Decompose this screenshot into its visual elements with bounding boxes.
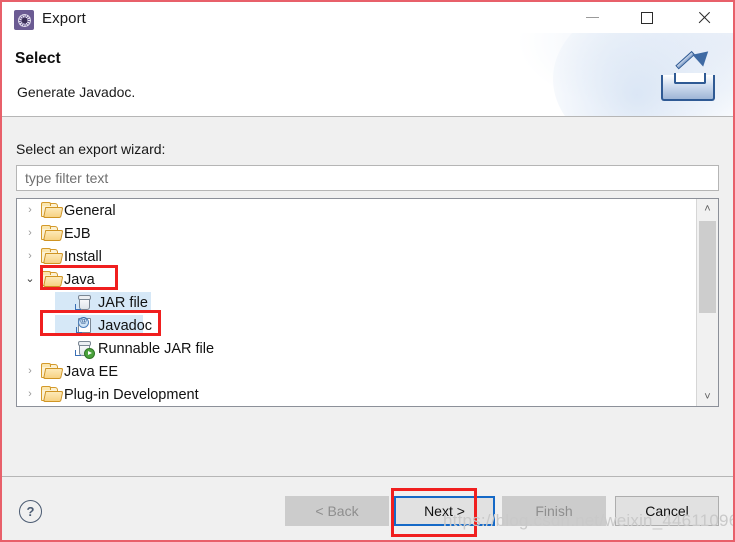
page-subtitle: Generate Javadoc. bbox=[17, 84, 136, 100]
tree-item-label: Javadoc bbox=[98, 317, 153, 334]
folder-icon bbox=[41, 386, 64, 404]
help-icon[interactable]: ? bbox=[19, 500, 42, 523]
maximize-icon bbox=[641, 11, 653, 24]
select-wizard-label: Select an export wizard: bbox=[16, 141, 166, 157]
scrollbar-thumb[interactable] bbox=[699, 221, 716, 313]
wizard-header: Select Generate Javadoc. bbox=[2, 33, 733, 117]
maximize-button[interactable] bbox=[624, 2, 670, 33]
tree-item-label: Runnable JAR file bbox=[98, 340, 215, 357]
chevron-down-icon[interactable]: ⌄ bbox=[23, 268, 37, 291]
dialog-footer: ? < Back Next > Finish Cancel bbox=[2, 476, 733, 540]
tree-item-label: JAR file bbox=[98, 294, 148, 311]
tree-item-label: EJB bbox=[64, 225, 91, 242]
tree-row-container: › General › EJB › Install ⌄ Java JAR file @ Javado… bbox=[17, 199, 697, 406]
tree-item-label: Install bbox=[64, 248, 102, 265]
folder-icon bbox=[41, 271, 64, 289]
dialog-body: Select an export wizard: › General › EJB › In… bbox=[2, 117, 733, 476]
export-wizard-dialog: Export Select Generate Javadoc. Select a… bbox=[0, 0, 735, 542]
tree-item-label: Java EE bbox=[64, 363, 118, 380]
tree-vertical-scrollbar[interactable]: ˄ ˅ bbox=[696, 199, 718, 406]
folder-icon bbox=[41, 363, 64, 381]
scroll-down-icon[interactable]: ˅ bbox=[697, 387, 718, 406]
tree-item-jar-file[interactable]: JAR file bbox=[17, 291, 697, 314]
next-button[interactable]: Next > bbox=[394, 496, 495, 526]
tree-item-label: Java bbox=[64, 271, 95, 288]
tree-item-plug-in-development[interactable]: › Plug-in Development bbox=[17, 383, 697, 406]
folder-icon bbox=[41, 225, 64, 243]
minimize-icon bbox=[585, 17, 599, 18]
export-wizard-tree[interactable]: › General › EJB › Install ⌄ Java JAR file @ Javado… bbox=[16, 198, 719, 407]
runnable-jar-icon bbox=[75, 340, 95, 359]
close-button[interactable] bbox=[681, 2, 727, 33]
tree-item-general[interactable]: › General bbox=[17, 199, 697, 222]
scroll-up-icon[interactable]: ˄ bbox=[697, 199, 718, 218]
jar-file-icon bbox=[75, 294, 93, 312]
window-title: Export bbox=[42, 10, 86, 27]
chevron-right-icon[interactable]: › bbox=[23, 383, 37, 406]
tree-item-label: General bbox=[64, 202, 116, 219]
tree-item-javadoc[interactable]: @ Javadoc bbox=[17, 314, 697, 337]
folder-icon bbox=[41, 248, 64, 266]
folder-icon bbox=[41, 202, 64, 220]
tree-item-runnable-jar-file[interactable]: Runnable JAR file bbox=[17, 337, 697, 360]
filter-input[interactable] bbox=[16, 165, 719, 191]
tree-item-label: Plug-in Development bbox=[64, 386, 199, 403]
chevron-right-icon[interactable]: › bbox=[23, 222, 37, 245]
back-button: < Back bbox=[285, 496, 389, 526]
chevron-right-icon[interactable]: › bbox=[23, 360, 37, 383]
minimize-button[interactable] bbox=[569, 2, 615, 33]
cancel-button[interactable]: Cancel bbox=[615, 496, 719, 526]
tree-item-install[interactable]: › Install bbox=[17, 245, 697, 268]
javadoc-icon: @ bbox=[75, 317, 93, 335]
eclipse-gear-icon bbox=[14, 10, 34, 30]
chevron-right-icon[interactable]: › bbox=[23, 245, 37, 268]
export-tray-arrow-icon bbox=[659, 45, 719, 103]
tree-item-java-ee[interactable]: › Java EE bbox=[17, 360, 697, 383]
close-icon bbox=[697, 10, 712, 25]
tree-item-java[interactable]: ⌄ Java bbox=[17, 268, 697, 291]
tree-item-ejb[interactable]: › EJB bbox=[17, 222, 697, 245]
finish-button: Finish bbox=[502, 496, 606, 526]
page-title: Select bbox=[15, 50, 61, 67]
chevron-right-icon[interactable]: › bbox=[23, 199, 37, 222]
